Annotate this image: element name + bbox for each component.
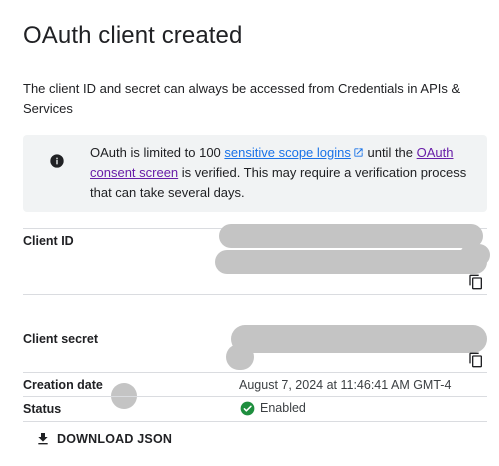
external-link-icon	[354, 148, 363, 157]
divider	[23, 372, 487, 373]
divider	[23, 294, 487, 295]
copy-client-secret-icon[interactable]	[468, 352, 484, 368]
client-id-redaction	[460, 244, 490, 266]
dialog-title: OAuth client created	[23, 22, 243, 49]
notice-text: OAuth is limited to 100 sensitive scope …	[90, 143, 475, 203]
client-secret-redaction	[231, 325, 487, 353]
client-secret-redaction	[226, 344, 254, 370]
client-id-redaction	[215, 250, 487, 274]
download-json-label: DOWNLOAD JSON	[57, 432, 173, 446]
divider	[23, 421, 487, 422]
copy-client-id-icon[interactable]	[468, 274, 484, 290]
notice-text-before: OAuth is limited to 100	[90, 145, 225, 160]
status-label: Status	[23, 402, 62, 416]
client-id-redaction	[219, 224, 483, 248]
verification-notice: OAuth is limited to 100 sensitive scope …	[23, 135, 487, 212]
dialog-description: The client ID and secret can always be a…	[23, 81, 461, 116]
notice-text-middle: until the	[363, 145, 417, 160]
download-json-button[interactable]: DOWNLOAD JSON	[35, 430, 172, 448]
status-value: Enabled	[260, 401, 306, 415]
check-circle-icon	[240, 401, 255, 416]
divider	[23, 396, 487, 397]
oauth-client-created-dialog: OAuth client created The client ID and s…	[0, 0, 499, 466]
creation-date-label: Creation date	[23, 378, 103, 392]
client-secret-label: Client secret	[23, 332, 99, 346]
info-icon	[50, 154, 64, 168]
client-id-label: Client ID	[23, 234, 74, 248]
download-icon	[38, 433, 48, 445]
sensitive-scope-logins-link[interactable]: sensitive scope logins	[224, 145, 363, 160]
creation-date-value: August 7, 2024 at 11:46:41 AM GMT-4	[239, 378, 452, 392]
